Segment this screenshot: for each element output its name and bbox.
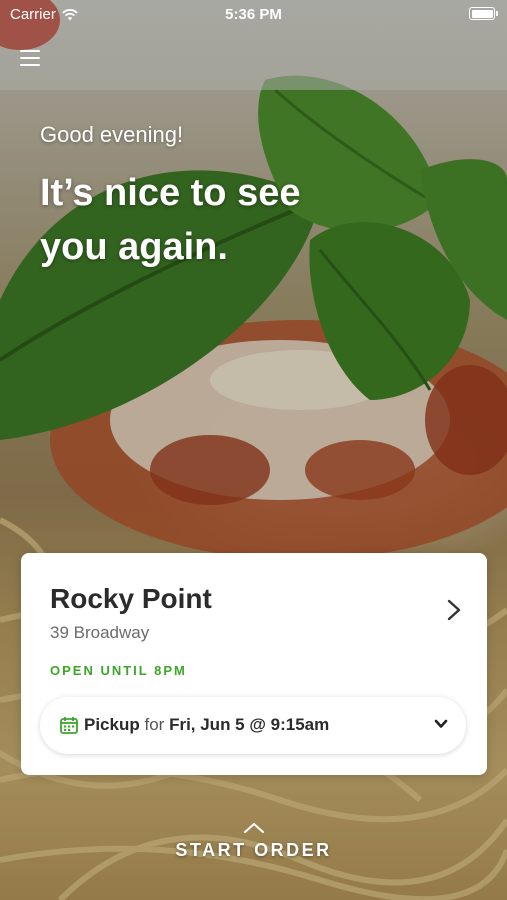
calendar-icon	[60, 717, 78, 734]
store-card: Rocky Point 39 Broadway OPEN UNTIL 8PM P…	[21, 553, 487, 775]
store-address: 39 Broadway	[50, 623, 150, 642]
battery-icon	[469, 7, 498, 20]
start-order-button[interactable]: START ORDER	[0, 822, 507, 861]
pickup-connector: for	[144, 715, 165, 734]
pickup-time-selector[interactable]: Pickup for Fri, Jun 5 @ 9:15am	[40, 697, 466, 754]
start-order-label: START ORDER	[175, 840, 332, 860]
chevron-up-icon	[243, 823, 264, 833]
pickup-mode: Pickup	[84, 715, 140, 734]
pickup-summary: Pickup for Fri, Jun 5 @ 9:15am	[84, 715, 329, 735]
chevron-down-icon	[434, 719, 448, 728]
menu-icon[interactable]	[20, 50, 40, 66]
status-time: 5:36 PM	[225, 6, 282, 23]
chevron-right-icon[interactable]	[447, 599, 461, 621]
status-bar: Carrier 5:36 PM	[0, 0, 507, 28]
welcome-headline: It’s nice to see you again.	[40, 172, 301, 268]
greeting-text: Good evening!	[40, 122, 184, 147]
store-name[interactable]: Rocky Point	[50, 583, 212, 615]
pickup-datetime: Fri, Jun 5 @ 9:15am	[169, 715, 330, 734]
store-hours-status: OPEN UNTIL 8PM	[50, 663, 187, 678]
